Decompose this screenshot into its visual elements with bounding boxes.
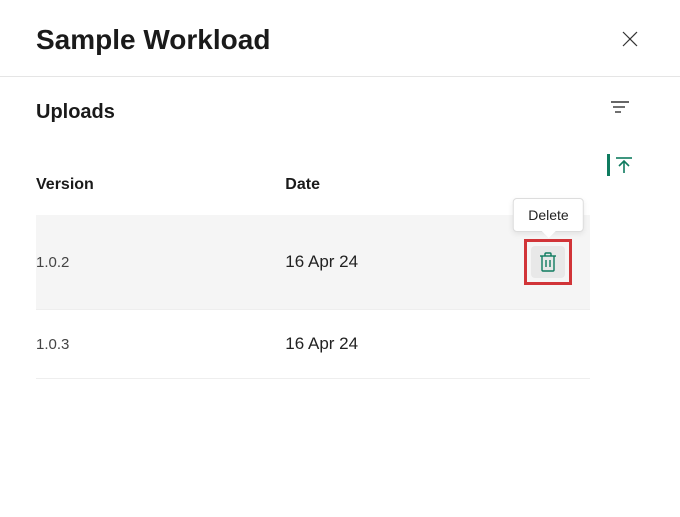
cell-version: 1.0.2: [36, 215, 285, 310]
right-rail: [590, 77, 650, 180]
table-row: 1.0.216 Apr 24 Delete: [36, 215, 590, 310]
column-header-version: Version: [36, 164, 285, 215]
close-icon: [620, 29, 640, 49]
upload-button[interactable]: [603, 150, 638, 180]
column-header-date: Date: [285, 164, 507, 215]
uploads-table: Version Date 1.0.216 Apr 24Delete1.0.316…: [36, 164, 590, 379]
delete-highlight-box: Delete: [524, 239, 572, 285]
cell-date: 16 Apr 24: [285, 310, 507, 379]
cell-version: 1.0.3: [36, 310, 285, 379]
panel-header: Sample Workload: [0, 0, 680, 77]
filter-icon: [610, 99, 630, 115]
upload-icon: [614, 155, 634, 175]
section-title: Uploads: [36, 101, 590, 124]
upload-indicator-bar: [607, 154, 610, 176]
cell-actions: [507, 310, 590, 379]
main-content: Uploads Version Date 1.0.216 Apr 24Delet…: [0, 77, 590, 379]
cell-actions: Delete: [507, 215, 590, 310]
close-button[interactable]: [616, 25, 644, 56]
table-row: 1.0.316 Apr 24: [36, 310, 590, 379]
filter-button[interactable]: [606, 95, 634, 122]
cell-date: 16 Apr 24: [285, 215, 507, 310]
delete-button[interactable]: [531, 246, 565, 278]
page-title: Sample Workload: [36, 24, 270, 56]
delete-tooltip: Delete: [513, 198, 583, 232]
trash-icon: [539, 252, 557, 272]
